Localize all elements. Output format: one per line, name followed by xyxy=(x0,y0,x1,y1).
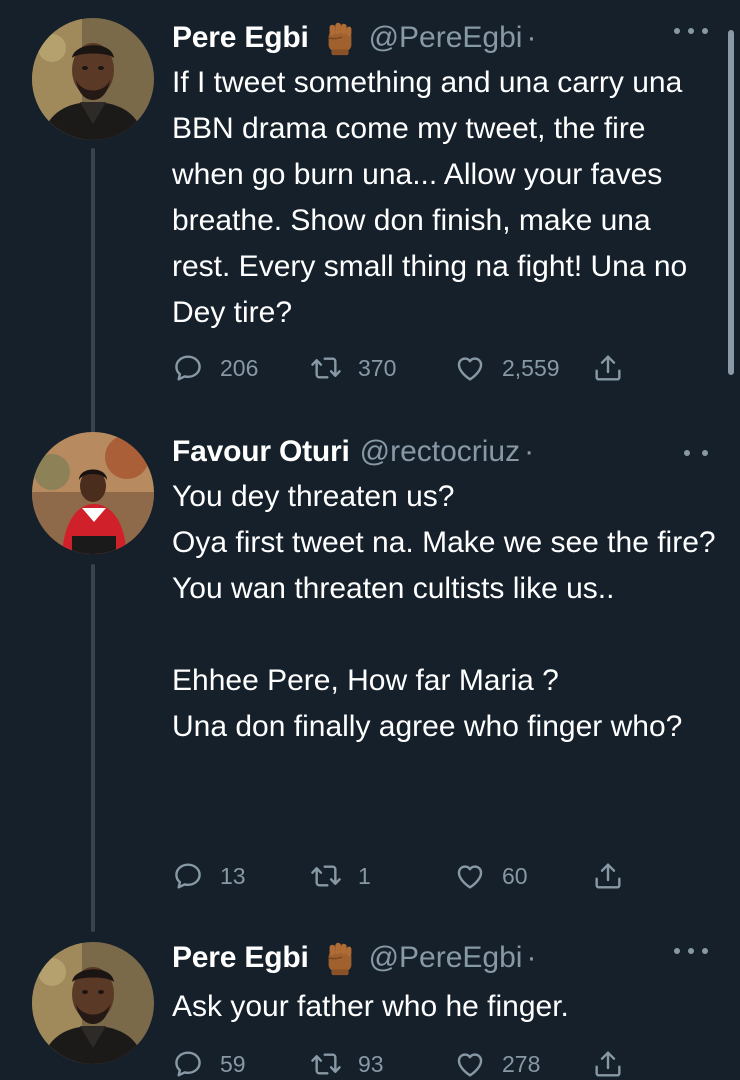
reply-button[interactable]: 206 xyxy=(172,348,258,388)
like-count: 2,559 xyxy=(502,354,560,381)
retweet-button[interactable]: 93 xyxy=(310,1044,384,1080)
like-count: 278 xyxy=(502,1050,541,1077)
heart-icon xyxy=(454,1048,486,1080)
user-handle[interactable]: @PereEgbi xyxy=(369,21,523,55)
retweet-count: 93 xyxy=(358,1050,384,1077)
reply-icon xyxy=(172,1048,204,1080)
like-button[interactable]: 278 xyxy=(454,1044,540,1080)
more-icon[interactable] xyxy=(674,26,708,36)
heart-icon xyxy=(454,860,486,892)
retweet-button[interactable]: 1 xyxy=(310,856,371,896)
share-icon xyxy=(592,860,624,892)
share-button[interactable] xyxy=(592,856,624,896)
heart-icon xyxy=(454,352,486,384)
tweet-text: You dey threaten us? Oya first tweet na.… xyxy=(172,480,716,743)
tweet-actions: 206 370 2,559 xyxy=(172,348,642,388)
tweet-header: Pere Egbi @PereEgbi · xyxy=(172,938,536,978)
tweet-header: Favour Oturi @rectocriuz · xyxy=(172,432,534,472)
like-button[interactable]: 60 xyxy=(454,856,528,896)
avatar[interactable] xyxy=(32,432,154,554)
retweet-count: 1 xyxy=(358,862,371,889)
reply-icon xyxy=(172,352,204,384)
user-handle[interactable]: @rectocriuz xyxy=(360,435,521,469)
tweet-actions: 13 1 60 xyxy=(172,856,642,896)
avatar[interactable] xyxy=(32,942,154,1064)
separator-dot: · xyxy=(526,21,537,54)
more-icon[interactable] xyxy=(684,448,708,458)
reply-count: 13 xyxy=(220,862,246,889)
retweet-icon xyxy=(310,352,342,384)
display-name[interactable]: Pere Egbi xyxy=(172,941,309,975)
separator-dot: · xyxy=(526,941,537,974)
like-count: 60 xyxy=(502,862,528,889)
retweet-button[interactable]: 370 xyxy=(310,348,396,388)
share-icon xyxy=(592,1048,624,1080)
share-icon xyxy=(592,352,624,384)
more-icon[interactable] xyxy=(674,946,708,956)
thread-line xyxy=(91,148,95,444)
reply-button[interactable]: 13 xyxy=(172,856,246,896)
raised-fist-emoji xyxy=(321,939,359,977)
tweet-text: If I tweet something and una carry una B… xyxy=(172,66,696,329)
tweet-text: Ask your father who he finger. xyxy=(172,990,569,1023)
avatar[interactable] xyxy=(32,18,154,140)
tweet-1[interactable]: Pere Egbi @PereEgbi · If I tweet somethi… xyxy=(0,18,740,444)
reply-count: 59 xyxy=(220,1050,246,1077)
display-name[interactable]: Favour Oturi xyxy=(172,435,350,469)
tweet-actions: 59 93 278 xyxy=(172,1044,642,1080)
reply-count: 206 xyxy=(220,354,259,381)
share-button[interactable] xyxy=(592,1044,624,1080)
like-button[interactable]: 2,559 xyxy=(454,348,560,388)
retweet-icon xyxy=(310,860,342,892)
share-button[interactable] xyxy=(592,348,624,388)
thread-line xyxy=(91,564,95,932)
tweet-3[interactable]: Pere Egbi @PereEgbi · Ask your father wh… xyxy=(0,938,740,1080)
scrollbar[interactable] xyxy=(728,30,734,375)
tweet-header: Pere Egbi @PereEgbi · xyxy=(172,18,536,58)
display-name[interactable]: Pere Egbi xyxy=(172,21,309,55)
raised-fist-emoji xyxy=(321,19,359,57)
tweet-2[interactable]: Favour Oturi @rectocriuz · You dey threa… xyxy=(0,432,740,932)
reply-icon xyxy=(172,860,204,892)
retweet-icon xyxy=(310,1048,342,1080)
user-handle[interactable]: @PereEgbi xyxy=(369,941,523,975)
retweet-count: 370 xyxy=(358,354,397,381)
reply-button[interactable]: 59 xyxy=(172,1044,246,1080)
tweet-thread: Pere Egbi @PereEgbi · If I tweet somethi… xyxy=(0,0,740,1080)
separator-dot: · xyxy=(524,435,535,468)
